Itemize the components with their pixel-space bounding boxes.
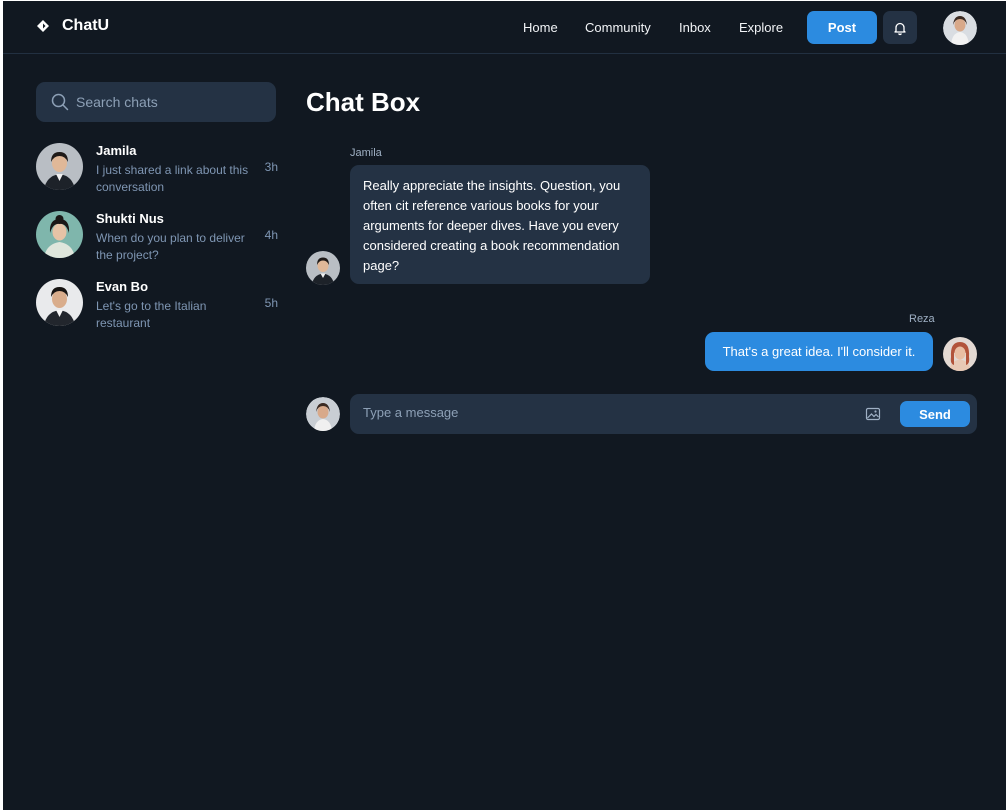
search-bar[interactable] bbox=[36, 82, 276, 122]
chat-time: 5h bbox=[264, 296, 278, 310]
sender-name: Reza bbox=[909, 313, 935, 325]
chat-preview: Let's go to the Italian restaurant bbox=[96, 299, 207, 330]
send-button[interactable]: Send bbox=[900, 401, 970, 427]
image-icon[interactable] bbox=[865, 406, 881, 422]
bell-icon bbox=[894, 22, 906, 35]
composer-avatar bbox=[306, 397, 340, 431]
notifications-button[interactable] bbox=[883, 11, 917, 44]
diamond-logo-icon bbox=[37, 20, 49, 32]
chat-name: Evan Bo bbox=[96, 279, 149, 294]
nav-home[interactable]: Home bbox=[523, 20, 558, 38]
app-window: ChatU Home Community Inbox Explore Post bbox=[3, 1, 1006, 810]
logo[interactable]: ChatU bbox=[36, 17, 109, 35]
chat-time: 4h bbox=[264, 228, 278, 242]
user-avatar[interactable] bbox=[943, 11, 977, 45]
sender-avatar bbox=[943, 337, 977, 371]
nav-explore[interactable]: Explore bbox=[739, 20, 783, 38]
incoming-message: Really appreciate the insights. Question… bbox=[350, 165, 650, 284]
chat-list-item[interactable]: Evan Bo Let's go to the Italian restaura… bbox=[36, 279, 278, 339]
chat-time: 3h bbox=[264, 160, 278, 174]
avatar bbox=[36, 211, 83, 258]
page-title: Chat Box bbox=[306, 87, 421, 117]
avatar bbox=[36, 143, 83, 190]
sender-avatar bbox=[306, 251, 340, 285]
chat-name: Shukti Nus bbox=[96, 211, 164, 226]
outgoing-message: That's a great idea. I'll consider it. bbox=[705, 332, 933, 371]
chat-name: Jamila bbox=[96, 143, 137, 158]
nav-inbox[interactable]: Inbox bbox=[679, 20, 711, 38]
sender-name: Jamila bbox=[350, 147, 382, 159]
chat-list-item[interactable]: Shukti Nus When do you plan to deliver t… bbox=[36, 211, 278, 271]
message-input[interactable] bbox=[363, 405, 843, 420]
message-composer: Send bbox=[350, 394, 977, 434]
post-button[interactable]: Post bbox=[807, 11, 877, 44]
chat-list-item[interactable]: Jamila I just shared a link about this c… bbox=[36, 143, 278, 203]
top-bar: ChatU Home Community Inbox Explore Post bbox=[3, 1, 1006, 54]
chat-preview: When do you plan to deliver the project? bbox=[96, 231, 245, 262]
nav-community[interactable]: Community bbox=[585, 20, 651, 38]
avatar bbox=[36, 279, 83, 326]
search-icon bbox=[51, 93, 69, 111]
search-input[interactable] bbox=[76, 94, 256, 110]
app-name: ChatU bbox=[62, 17, 110, 34]
chat-preview: I just shared a link about this conversa… bbox=[96, 163, 249, 194]
